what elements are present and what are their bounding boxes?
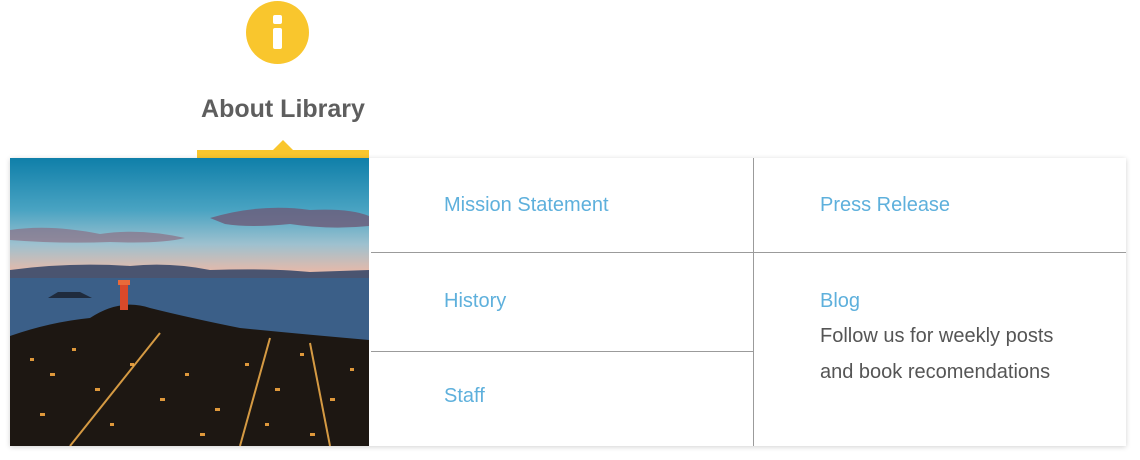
- city-photo: [10, 158, 369, 446]
- link-blog[interactable]: Blog: [820, 287, 860, 315]
- active-tab-bar: [197, 150, 369, 158]
- info-icon: [246, 1, 309, 64]
- divider-row-1-right: [754, 252, 1126, 253]
- info-icon-dot: [273, 15, 282, 24]
- active-tab-notch: [273, 140, 293, 150]
- blog-description-line-2: and book recomendations: [820, 361, 1051, 383]
- link-staff[interactable]: Staff: [444, 382, 485, 410]
- active-tab-indicator: [197, 140, 369, 158]
- blog-description-line-1: Follow us for weekly posts: [820, 325, 1054, 347]
- divider-row-1-left: [371, 252, 753, 253]
- divider-column: [753, 158, 754, 446]
- link-press-release[interactable]: Press Release: [820, 191, 950, 219]
- link-history[interactable]: History: [444, 287, 506, 315]
- blog-description: Follow us for weekly posts and book reco…: [820, 318, 1053, 390]
- about-menu-panel: Mission Statement Press Release History …: [10, 158, 1126, 446]
- divider-row-2-left: [371, 351, 753, 352]
- link-mission-statement[interactable]: Mission Statement: [444, 191, 609, 219]
- info-icon-stem: [273, 28, 282, 49]
- city-photo-illustration: [10, 207, 369, 446]
- section-title: About Library: [201, 95, 365, 123]
